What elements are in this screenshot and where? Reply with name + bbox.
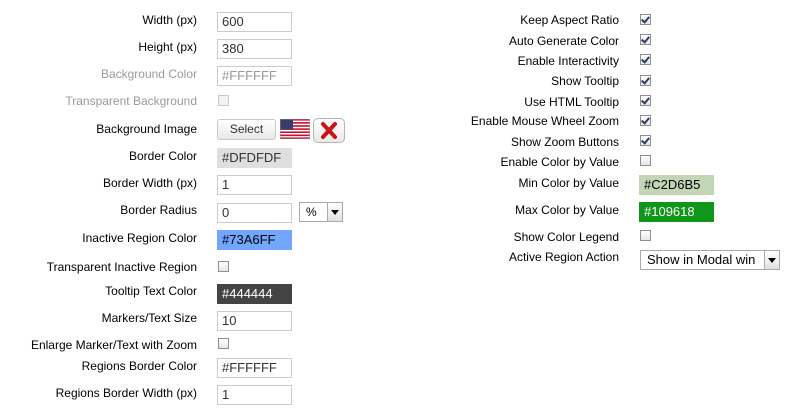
height-input[interactable]: 380 [217,39,292,59]
show-color-legend-checkbox[interactable] [640,230,651,241]
enable-color-by-value-label: Enable Color by Value [500,155,619,169]
background-image-label: Background Image [96,122,197,136]
auto-generate-color-checkbox[interactable] [640,34,651,45]
use-html-tooltip-checkbox[interactable] [640,95,651,106]
show-tooltip-label: Show Tooltip [551,74,619,88]
max-color-label: Max Color by Value [515,203,619,217]
width-input[interactable]: 600 [217,12,292,32]
regions-border-width-input[interactable]: 1 [217,385,292,405]
regions-border-color-input[interactable]: #FFFFFF [217,358,292,378]
enable-interactivity-label: Enable Interactivity [517,54,619,68]
active-region-action-value: Show in Modal win [647,252,756,267]
width-label: Width (px) [142,13,197,27]
transparent-inactive-region-label: Transparent Inactive Region [46,260,197,274]
tooltip-text-color-label: Tooltip Text Color [105,284,197,298]
select-image-button[interactable]: Select [217,119,276,140]
background-color-input[interactable]: #FFFFFF [217,66,292,86]
min-color-input[interactable]: #C2D6B5 [639,175,714,195]
keep-aspect-ratio-label: Keep Aspect Ratio [520,13,619,27]
chevron-down-icon [327,203,342,221]
enlarge-marker-checkbox[interactable] [218,338,229,349]
enable-mouse-wheel-zoom-checkbox[interactable] [640,115,651,126]
transparent-background-label: Transparent Background [65,94,197,108]
enlarge-marker-label: Enlarge Marker/Text with Zoom [30,338,197,352]
show-zoom-buttons-label: Show Zoom Buttons [510,135,619,149]
max-color-input[interactable]: #109618 [639,202,714,222]
transparent-background-checkbox[interactable] [218,95,229,106]
border-width-label: Border Width (px) [102,176,197,190]
border-color-label: Border Color [128,149,197,163]
height-label: Height (px) [138,40,197,54]
show-color-legend-label: Show Color Legend [513,230,619,244]
enable-interactivity-checkbox[interactable] [640,54,651,65]
border-width-input[interactable]: 1 [217,175,292,195]
remove-image-button[interactable] [313,118,345,143]
markers-text-size-label: Markers/Text Size [101,311,197,325]
background-color-label: Background Color [100,67,197,81]
border-radius-label: Border Radius [120,203,197,217]
us-flag-icon [280,119,310,139]
active-region-action-label: Active Region Action [508,250,619,264]
auto-generate-color-label: Auto Generate Color [508,34,619,48]
border-color-input[interactable]: #DFDFDF [217,148,292,168]
use-html-tooltip-label: Use HTML Tooltip [524,95,619,109]
border-radius-unit-select[interactable]: % [299,202,343,222]
inactive-region-color-input[interactable]: #73A6FF [217,230,292,250]
keep-aspect-ratio-checkbox[interactable] [640,14,651,25]
show-tooltip-checkbox[interactable] [640,75,651,86]
border-radius-unit-value: % [306,205,317,219]
show-zoom-buttons-checkbox[interactable] [640,135,651,146]
regions-border-width-label: Regions Border Width (px) [55,386,197,400]
border-radius-input[interactable]: 0 [217,203,292,223]
chevron-down-icon [764,251,779,269]
min-color-label: Min Color by Value [518,176,620,190]
tooltip-text-color-input[interactable]: #444444 [217,284,292,304]
enable-mouse-wheel-zoom-label: Enable Mouse Wheel Zoom [470,114,619,128]
markers-text-size-input[interactable]: 10 [217,311,292,331]
active-region-action-select[interactable]: Show in Modal win [640,250,780,270]
enable-color-by-value-checkbox[interactable] [640,155,651,166]
transparent-inactive-region-checkbox[interactable] [218,261,229,272]
red-x-remove-icon [321,122,337,139]
inactive-region-color-label: Inactive Region Color [82,231,197,245]
regions-border-color-label: Regions Border Color [81,359,197,373]
